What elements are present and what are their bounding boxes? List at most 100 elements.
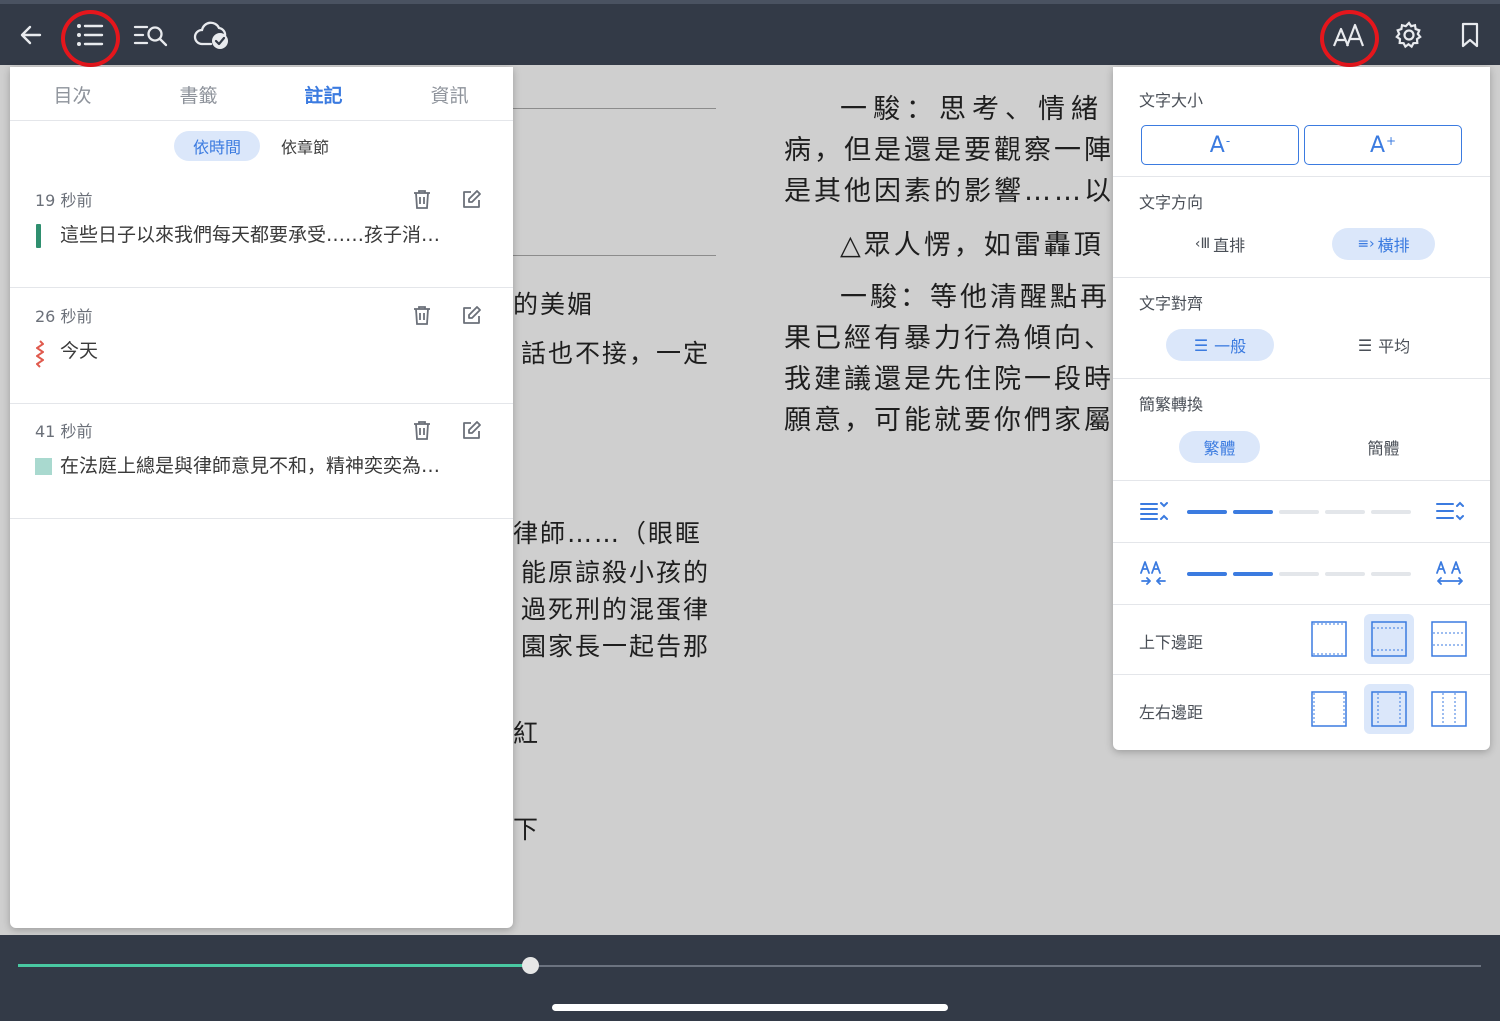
- tab-info[interactable]: 資訊: [387, 67, 512, 121]
- toc-highlight-ring: [61, 10, 120, 67]
- page-text-line: 果已經有暴力行為傾向、: [784, 323, 1113, 354]
- note-time: 26 秒前: [35, 307, 93, 326]
- page-text-line: 能原諒殺小孩的: [521, 558, 711, 587]
- edit-icon[interactable]: [459, 302, 485, 328]
- convert-title: 簡繁轉換: [1139, 395, 1204, 414]
- home-indicator: [552, 1004, 948, 1011]
- decrease-font-button[interactable]: A-: [1141, 125, 1299, 165]
- increase-font-sign: +: [1386, 134, 1397, 148]
- tab-bookmarks[interactable]: 書籤: [136, 67, 261, 121]
- align-justify-button[interactable]: ☰ 平均: [1330, 329, 1438, 361]
- sort-by-chapter-button[interactable]: 依章節: [262, 131, 348, 161]
- page-text-line: 是其他因素的影響……以: [784, 176, 1113, 207]
- note-item[interactable]: 41 秒前 在法庭上總是與律師意見不和，精神奕奕為…: [10, 403, 513, 519]
- page-text-line: 園家長一起告那: [521, 632, 711, 661]
- bookmark-icon[interactable]: [1445, 10, 1495, 60]
- page-text-line: 病，但是還是要觀察一陣: [784, 135, 1113, 166]
- divider: [1113, 604, 1490, 605]
- reading-settings-panel: 文字大小 A- A + 文字方向 ‹Ⅲ 直排 ≡› 橫排 文字對齊 ☰ 一般 ☰ 平均 簡…: [1113, 67, 1490, 750]
- note-time: 19 秒前: [35, 191, 93, 210]
- vertical-text-label: 直排: [1213, 236, 1246, 255]
- vertical-margin-medium-option[interactable]: [1364, 614, 1414, 664]
- slider-step[interactable]: [1371, 572, 1411, 576]
- divider: [1113, 378, 1490, 379]
- vertical-text-button[interactable]: ‹Ⅲ 直排: [1167, 228, 1273, 260]
- horizontal-text-icon: ≡›: [1357, 236, 1375, 252]
- line-spacing-slider[interactable]: [1187, 508, 1417, 516]
- divider: [1113, 674, 1490, 675]
- note-wavy-underline-mark: [35, 340, 45, 372]
- cloud-sync-icon[interactable]: [187, 10, 237, 60]
- font-size-title: 文字大小: [1139, 91, 1204, 110]
- note-highlight-block: [35, 458, 52, 475]
- page-text-line: 話也不接，一定: [521, 339, 711, 368]
- slider-step[interactable]: [1325, 572, 1365, 576]
- letter-spacing-slider[interactable]: [1187, 570, 1417, 578]
- note-text: 這些日子以來我們每天都要承受……孩子消…: [60, 224, 441, 246]
- edit-icon[interactable]: [459, 417, 485, 443]
- slider-step[interactable]: [1279, 510, 1319, 514]
- trash-icon[interactable]: [409, 302, 435, 328]
- letter-spacing-increase-icon[interactable]: [1435, 559, 1465, 591]
- slider-step[interactable]: [1279, 572, 1319, 576]
- page-text-line: 我建議還是先住院一段時: [784, 364, 1113, 395]
- notes-panel: 目次 書籤 註記 資訊 依時間 依章節 19 秒前 這些日子以來我們每天都要承受…: [10, 67, 513, 928]
- page-text-line: 一駿：思考、情緒: [840, 94, 1104, 125]
- panel-tabs: 目次 書籤 註記 資訊: [10, 67, 513, 121]
- trash-icon[interactable]: [409, 417, 435, 443]
- page-text-line: 紅: [513, 719, 539, 748]
- horizontal-margin-title: 左右邊距: [1139, 703, 1204, 722]
- divider: [1113, 176, 1490, 177]
- vertical-margin-small-option[interactable]: [1304, 614, 1354, 664]
- traditional-button[interactable]: 繁體: [1179, 431, 1260, 463]
- trash-icon[interactable]: [409, 186, 435, 212]
- search-in-book-icon[interactable]: [126, 10, 176, 60]
- font-settings-highlight-ring: [1320, 10, 1379, 67]
- slider-step[interactable]: [1371, 510, 1411, 514]
- slider-step[interactable]: [1233, 510, 1273, 514]
- vertical-text-icon: ‹Ⅲ: [1194, 236, 1211, 252]
- text-direction-title: 文字方向: [1139, 193, 1204, 212]
- note-item[interactable]: 19 秒前 這些日子以來我們每天都要承受……孩子消…: [10, 172, 513, 288]
- horizontal-margin-small-option[interactable]: [1304, 684, 1354, 734]
- vertical-margin-large-option[interactable]: [1424, 614, 1474, 664]
- tab-toc[interactable]: 目次: [10, 67, 135, 121]
- horizontal-margin-medium-option[interactable]: [1364, 684, 1414, 734]
- horizontal-margin-large-option[interactable]: [1424, 684, 1474, 734]
- page-text-line: 願意，可能就要你們家屬: [784, 405, 1113, 436]
- increase-font-label: A: [1369, 132, 1385, 158]
- tab-notes[interactable]: 註記: [261, 67, 386, 121]
- decrease-font-sign: -: [1225, 134, 1231, 148]
- edit-icon[interactable]: [459, 186, 485, 212]
- gear-icon[interactable]: [1384, 10, 1434, 60]
- back-arrow-icon[interactable]: [6, 10, 56, 60]
- divider: [1113, 277, 1490, 278]
- note-text: 在法庭上總是與律師意見不和，精神奕奕為…: [60, 455, 441, 477]
- increase-font-button[interactable]: A +: [1304, 125, 1462, 165]
- note-text: 今天: [60, 340, 99, 362]
- progress-slider-handle[interactable]: [522, 957, 540, 974]
- slider-step[interactable]: [1187, 572, 1227, 576]
- align-justify-icon: ☰: [1357, 335, 1373, 355]
- note-item[interactable]: 26 秒前 今天: [10, 288, 513, 404]
- page-rule-top: [513, 108, 716, 109]
- note-highlight-bar: [36, 224, 41, 248]
- horizontal-text-button[interactable]: ≡› 橫排: [1332, 228, 1435, 260]
- slider-step[interactable]: [1187, 510, 1227, 514]
- line-spacing-increase-icon[interactable]: [1435, 499, 1465, 527]
- sort-by-time-button[interactable]: 依時間: [174, 131, 260, 161]
- letter-spacing-decrease-icon[interactable]: [1139, 559, 1169, 591]
- align-normal-button[interactable]: ☰ 一般: [1166, 329, 1274, 361]
- slider-step[interactable]: [1233, 572, 1273, 576]
- divider: [1113, 480, 1490, 481]
- text-align-title: 文字對齊: [1139, 294, 1204, 313]
- line-spacing-decrease-icon[interactable]: [1139, 499, 1169, 527]
- slider-step[interactable]: [1325, 510, 1365, 514]
- page-text-right: 一駿：思考、情緒 病，但是還是要觀察一陣 是其他因素的影響……以 △眾人愣，如雷…: [784, 80, 1113, 440]
- vertical-margin-title: 上下邊距: [1139, 633, 1204, 652]
- page-text-line: △眾人愣，如雷轟頂: [840, 230, 1104, 261]
- page-text-line: 一駿：等他清醒點再: [840, 282, 1110, 313]
- page-text-line: 下: [513, 815, 539, 844]
- progress-fill: [18, 964, 531, 967]
- simplified-button[interactable]: 簡體: [1343, 431, 1424, 463]
